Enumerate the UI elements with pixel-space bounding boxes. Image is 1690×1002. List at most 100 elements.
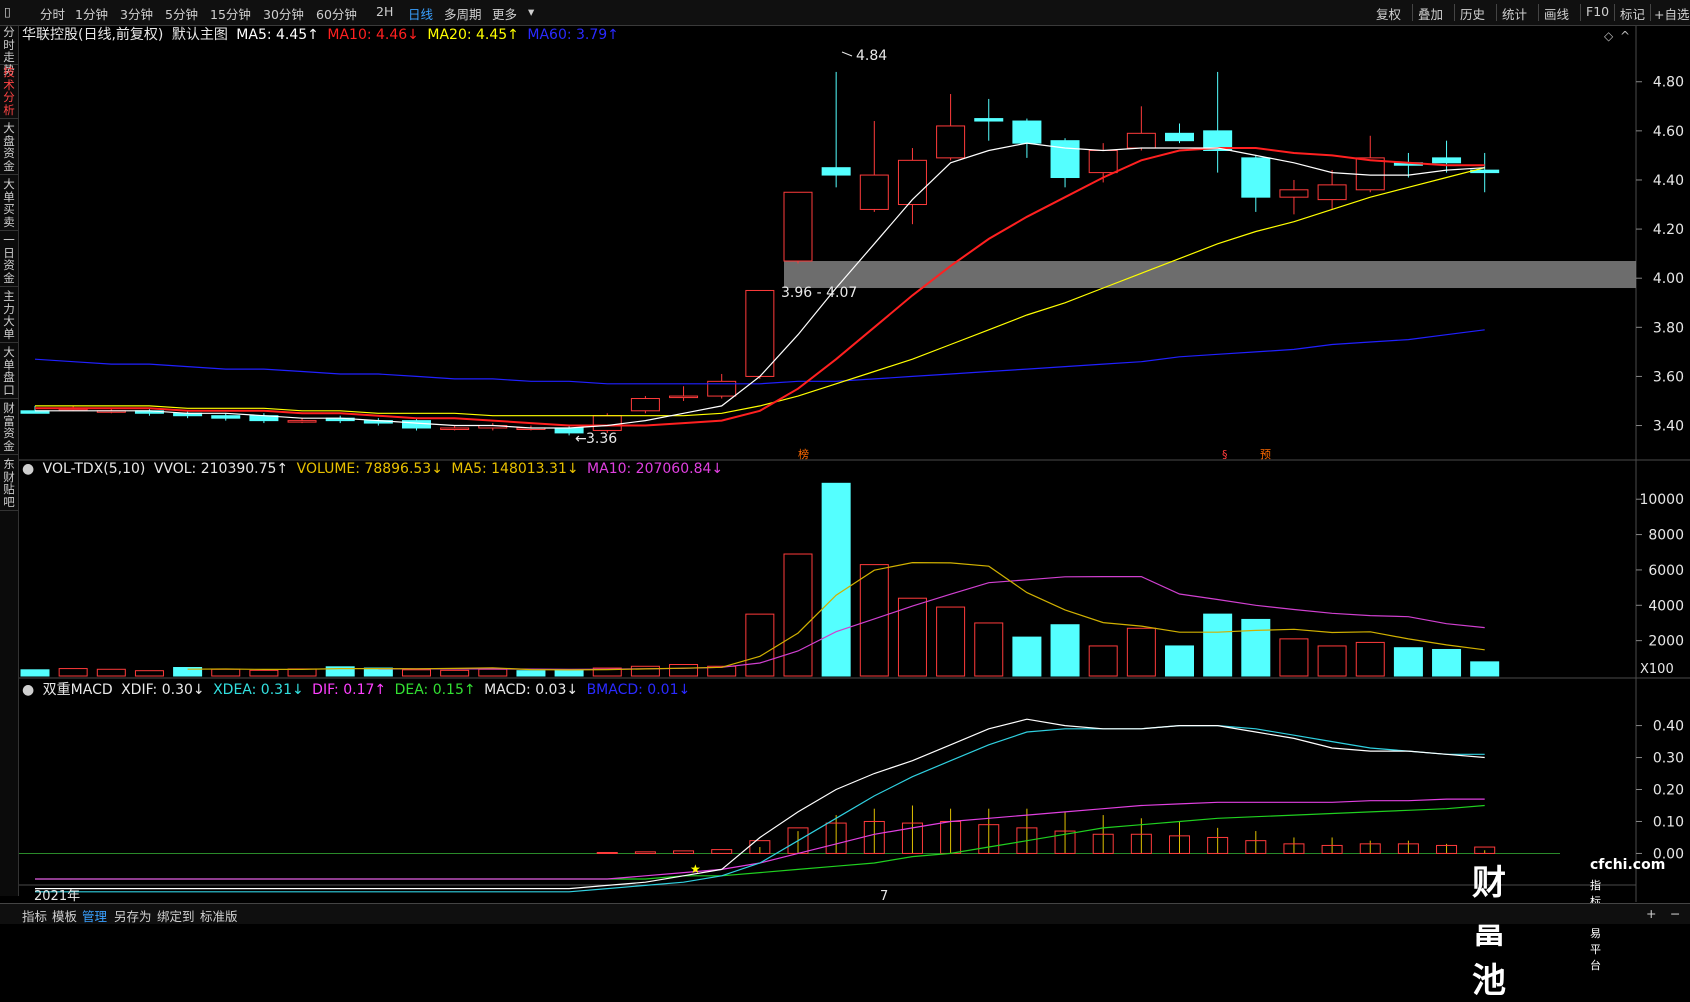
macd-bar[interactable] xyxy=(711,849,733,854)
volume-bar[interactable] xyxy=(897,597,927,677)
candle-body[interactable] xyxy=(20,410,50,414)
toolbar-add-watchlist-button[interactable]: +自选 xyxy=(1654,4,1689,23)
macd-bar[interactable] xyxy=(1092,833,1114,854)
candle-body[interactable] xyxy=(1088,150,1118,174)
candle-body[interactable] xyxy=(592,415,622,431)
candle-body[interactable] xyxy=(58,407,88,411)
sidebar-tab-main-orders[interactable]: 主力大单 xyxy=(0,290,18,343)
volume-bar[interactable] xyxy=(707,665,737,677)
volume-bar[interactable] xyxy=(1050,624,1080,677)
volume-bar[interactable] xyxy=(936,606,966,677)
candle-body[interactable] xyxy=(745,289,775,377)
macd-bar[interactable] xyxy=(1436,844,1458,854)
bottom-tab-bind[interactable]: 绑定到 xyxy=(157,906,195,925)
event-marker-bang[interactable]: 榜 xyxy=(798,447,809,461)
macd-bar[interactable] xyxy=(1016,827,1038,854)
bottom-tab-save-as[interactable]: 另存为 xyxy=(114,906,152,925)
candle-body[interactable] xyxy=(1470,169,1500,174)
macd-bar[interactable] xyxy=(673,850,695,854)
zoom-in-icon[interactable]: + xyxy=(1646,906,1656,921)
macd-bar[interactable] xyxy=(787,827,809,854)
volume-bar[interactable] xyxy=(402,669,431,677)
candle-body[interactable] xyxy=(1432,157,1462,164)
gear-icon[interactable]: ● xyxy=(22,461,34,477)
toolbar-overlay-button[interactable]: 叠加 xyxy=(1418,4,1443,23)
macd-bar[interactable] xyxy=(978,824,1000,854)
candle-body[interactable] xyxy=(859,174,889,210)
macd-bar[interactable] xyxy=(1474,846,1496,854)
volume-bar[interactable] xyxy=(974,622,1004,677)
volume-bar[interactable] xyxy=(1126,627,1156,677)
candle-body[interactable] xyxy=(1126,132,1156,149)
sidebar-tab-forum[interactable]: 东财贴吧 xyxy=(0,458,18,511)
event-marker-section[interactable]: § xyxy=(1222,448,1228,461)
bottom-tab-template[interactable]: 模板 xyxy=(52,906,77,925)
period-tab-5min[interactable]: 5分钟 xyxy=(165,4,198,23)
volume-bar[interactable] xyxy=(440,669,470,677)
layout-toggle-icon[interactable]: ▯ xyxy=(4,4,11,19)
candle-body[interactable] xyxy=(173,412,203,417)
bottom-tab-standard[interactable]: 标准版 xyxy=(200,906,238,925)
candle-body[interactable] xyxy=(249,415,279,422)
toolbar-history-button[interactable]: 历史 xyxy=(1460,4,1485,23)
macd-bar[interactable] xyxy=(596,851,618,854)
diamond-icon[interactable]: ◇ xyxy=(1604,29,1614,43)
toolbar-mark-button[interactable]: 标记 xyxy=(1620,4,1645,23)
macd-bar[interactable] xyxy=(863,820,885,854)
period-tab-multi[interactable]: 多周期 xyxy=(444,4,482,23)
macd-bar[interactable] xyxy=(825,822,847,854)
volume-bar[interactable] xyxy=(783,553,813,677)
macd-indicator-name[interactable]: 双重MACD xyxy=(43,682,113,698)
toolbar-fuquan-button[interactable]: 复权 xyxy=(1376,4,1401,23)
event-marker-yu[interactable]: 预 xyxy=(1260,448,1271,461)
sidebar-tab-technical[interactable]: 技术分析 xyxy=(0,66,18,119)
candle-body[interactable] xyxy=(707,380,737,397)
candle-body[interactable] xyxy=(783,191,813,262)
sidebar-tab-day-funds[interactable]: 一日资金 xyxy=(0,234,18,287)
bottom-tab-indicator[interactable]: 指标 xyxy=(22,906,47,925)
candle-body[interactable] xyxy=(1317,184,1347,201)
volume-bar[interactable] xyxy=(173,667,203,677)
volume-bar[interactable] xyxy=(287,668,317,677)
volume-bar[interactable] xyxy=(211,668,241,677)
period-tab-more[interactable]: 更多 xyxy=(492,4,517,23)
sidebar-tab-big-orders[interactable]: 大单买卖 xyxy=(0,178,18,231)
volume-bar[interactable] xyxy=(745,613,775,677)
volume-bar[interactable] xyxy=(1241,618,1271,677)
macd-bar[interactable] xyxy=(1169,835,1190,854)
volume-bar[interactable] xyxy=(249,669,279,677)
toolbar-stats-button[interactable]: 统计 xyxy=(1502,4,1527,23)
volume-bar[interactable] xyxy=(325,666,355,677)
candle-body[interactable] xyxy=(630,398,660,412)
macd-bar[interactable] xyxy=(1359,843,1381,854)
volume-bar[interactable] xyxy=(859,564,889,677)
candle-body[interactable] xyxy=(1050,140,1080,179)
macd-bar[interactable] xyxy=(1054,830,1076,854)
sidebar-tab-wealth-funds[interactable]: 财富资金 xyxy=(0,402,18,455)
candle-body[interactable] xyxy=(554,427,584,434)
candle-body[interactable] xyxy=(440,427,470,430)
candle-body[interactable] xyxy=(402,420,431,429)
volume-bar[interactable] xyxy=(1165,645,1194,677)
candle-body[interactable] xyxy=(478,425,508,429)
volume-bar[interactable] xyxy=(516,670,546,677)
candle-body[interactable] xyxy=(134,410,164,414)
volume-bar[interactable] xyxy=(1279,638,1309,677)
gear-icon[interactable]: ● xyxy=(22,682,34,698)
macd-bar[interactable] xyxy=(901,822,923,854)
sidebar-tab-fenshi[interactable]: 分时走势 xyxy=(0,26,18,76)
toolbar-f10-button[interactable]: F10 xyxy=(1586,4,1609,19)
volume-bar[interactable] xyxy=(1355,641,1385,677)
volume-bar[interactable] xyxy=(1088,645,1118,677)
candle-body[interactable] xyxy=(897,159,927,206)
volume-bar[interactable] xyxy=(1203,613,1233,677)
candle-body[interactable] xyxy=(1012,120,1042,144)
candle-body[interactable] xyxy=(669,395,699,399)
period-tab-fenshi[interactable]: 分时 xyxy=(40,4,65,23)
period-tab-2h[interactable]: 2H xyxy=(376,4,393,19)
volume-bar[interactable] xyxy=(554,669,584,677)
volume-bar[interactable] xyxy=(630,665,660,677)
macd-bar[interactable] xyxy=(634,851,656,854)
volume-bar[interactable] xyxy=(478,668,508,677)
period-tab-15min[interactable]: 15分钟 xyxy=(210,4,251,23)
